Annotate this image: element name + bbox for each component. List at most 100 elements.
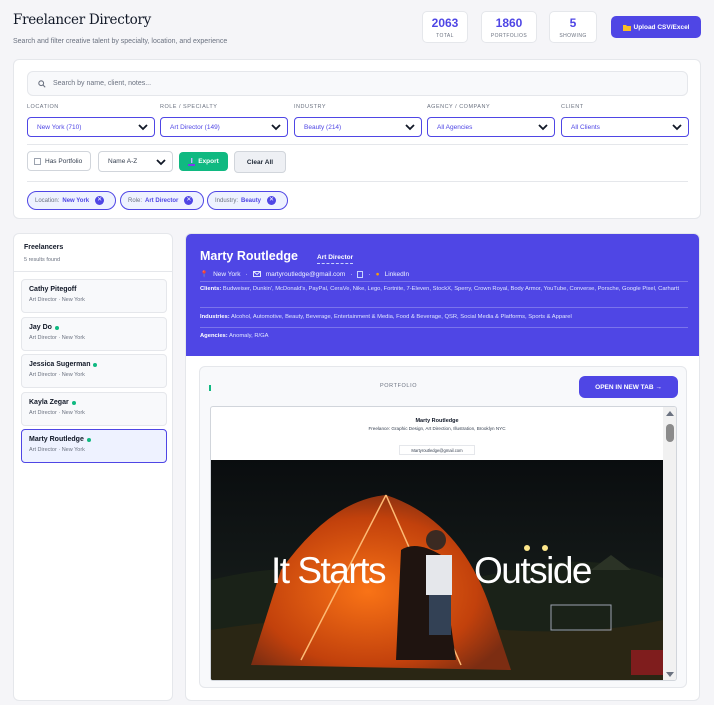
site-desc-text: Freelance: Graphic Design, Art Direction… bbox=[368, 426, 506, 431]
hero-text-right: Outside bbox=[474, 550, 593, 591]
contact-row: 📍 New York · martyroutledge@gmail.com · … bbox=[200, 270, 409, 278]
site-email[interactable]: Martyroutledge@gmail.com bbox=[399, 445, 475, 455]
open-in-new-tab-button[interactable]: OPEN IN NEW TAB → bbox=[579, 376, 678, 398]
upload-button[interactable]: Upload CSV/Excel bbox=[611, 16, 701, 38]
scrollbar[interactable] bbox=[663, 407, 676, 680]
list-item[interactable]: Jay Do Art Director · New York bbox=[21, 317, 167, 351]
industry-select[interactable]: Beauty (214) bbox=[294, 117, 422, 137]
chip-role[interactable]: Role: Art Director ✕ bbox=[120, 191, 204, 210]
divider bbox=[200, 281, 688, 282]
upload-label: Upload CSV/Excel bbox=[633, 23, 690, 31]
copy-icon[interactable] bbox=[357, 270, 364, 278]
divider bbox=[27, 144, 688, 145]
chevron-down-icon bbox=[672, 124, 682, 131]
industries-value: Alcohol, Automotive, Beauty, Beverage, E… bbox=[230, 314, 572, 320]
export-button[interactable]: Export bbox=[179, 152, 228, 171]
freelancer-list-panel: Freelancers 5 results found Cathy Pitego… bbox=[13, 233, 173, 701]
close-icon[interactable]: ✕ bbox=[184, 196, 194, 205]
agencies-label: Agencies: bbox=[200, 333, 228, 339]
portfolio-frame[interactable]: Marty Routledge Freelance: Graphic Desig… bbox=[210, 406, 677, 681]
sort-select[interactable]: Name A-Z bbox=[98, 151, 173, 172]
chip-key: Role: bbox=[128, 197, 143, 204]
list-item[interactable]: Jessica Sugerman Art Director · New York bbox=[21, 354, 167, 388]
detail-header: Marty Routledge Art Director 📍 New York … bbox=[186, 234, 699, 356]
chip-key: Industry: bbox=[215, 197, 239, 204]
chip-location[interactable]: Location: New York ✕ bbox=[27, 191, 116, 210]
industries-label: Industries: bbox=[200, 314, 230, 320]
folder-icon bbox=[622, 24, 631, 31]
stat-label: PORTFOLIOS bbox=[490, 33, 528, 39]
role-select[interactable]: Art Director (149) bbox=[160, 117, 288, 137]
link-icon: ● bbox=[375, 270, 380, 278]
filter-label-location: LOCATION bbox=[27, 104, 59, 110]
location-value: New York (710) bbox=[37, 123, 82, 131]
filter-label-industry: INDUSTRY bbox=[294, 104, 327, 110]
client-value: All Clients bbox=[571, 123, 600, 131]
status-indicator bbox=[209, 385, 211, 391]
has-portfolio-checkbox[interactable]: Has Portfolio bbox=[27, 151, 91, 171]
page-title: Freelancer Directory bbox=[13, 12, 151, 28]
list-item[interactable]: Marty Routledge Art Director · New York bbox=[21, 429, 167, 463]
search-placeholder: Search by name, client, notes... bbox=[53, 80, 152, 87]
filter-label-role: ROLE / SPECIALTY bbox=[160, 104, 218, 110]
clients-value: Budweiser, Dunkin', McDonald's, PayPal, … bbox=[222, 286, 680, 292]
filter-label-client: CLIENT bbox=[561, 104, 584, 110]
list-item[interactable]: Cathy Pitegoff Art Director · New York bbox=[21, 279, 167, 313]
site-description: Freelance: Graphic Design, Art Direction… bbox=[211, 426, 663, 433]
chevron-down-icon bbox=[538, 124, 548, 131]
agencies-value: Anomaly, R/GA bbox=[229, 333, 269, 339]
separator: · bbox=[245, 270, 248, 278]
search-icon bbox=[38, 79, 46, 88]
detail-name: Marty Routledge bbox=[200, 249, 298, 263]
page-subtitle: Search and filter creative talent by spe… bbox=[13, 38, 228, 45]
chip-value: Beauty bbox=[241, 197, 262, 204]
clear-all-button[interactable]: Clear All bbox=[234, 151, 286, 173]
client-select[interactable]: All Clients bbox=[561, 117, 689, 137]
chevron-down-icon bbox=[271, 124, 281, 131]
freelancer-meta: Art Director · New York bbox=[29, 297, 85, 303]
detail-email[interactable]: martyroutledge@gmail.com bbox=[266, 271, 346, 278]
filters-panel: Search by name, client, notes... LOCATIO… bbox=[13, 59, 701, 219]
stat-label: TOTAL bbox=[436, 33, 454, 39]
pin-icon: 📍 bbox=[200, 271, 209, 278]
linkedin-link[interactable]: LinkedIn bbox=[385, 271, 410, 278]
separator: · bbox=[350, 270, 353, 278]
detail-role: Art Director bbox=[317, 254, 354, 264]
role-value: Art Director (149) bbox=[170, 123, 220, 131]
download-icon bbox=[188, 157, 196, 166]
portfolio-hero-image: It Starts Outside bbox=[211, 460, 663, 680]
industries-text: Industries: Alcohol, Automotive, Beauty,… bbox=[200, 313, 688, 323]
freelancer-meta: Art Director · New York bbox=[29, 410, 85, 416]
agency-select[interactable]: All Agencies bbox=[427, 117, 555, 137]
stat-value: 2063 bbox=[431, 16, 459, 30]
chip-industry[interactable]: Industry: Beauty ✕ bbox=[207, 191, 288, 210]
filter-label-agency: AGENCY / COMPANY bbox=[427, 104, 491, 110]
divider bbox=[200, 307, 688, 308]
location-select[interactable]: New York (710) bbox=[27, 117, 155, 137]
site-name: Marty Routledge bbox=[415, 418, 459, 424]
checkbox-box bbox=[34, 157, 41, 165]
freelancer-name: Kayla Zegar bbox=[29, 399, 69, 406]
status-dot bbox=[54, 325, 59, 330]
agencies-text: Agencies: Anomaly, R/GA bbox=[200, 332, 688, 342]
detail-panel: Marty Routledge Art Director 📍 New York … bbox=[185, 233, 700, 701]
stat-label: SHOWING bbox=[559, 33, 587, 39]
clients-label: Clients: bbox=[200, 286, 222, 292]
hero-text-left: It Starts bbox=[271, 550, 386, 591]
freelancer-name: Jessica Sugerman bbox=[29, 361, 91, 368]
status-dot bbox=[93, 362, 98, 367]
close-icon[interactable]: ✕ bbox=[267, 196, 277, 205]
portfolio-panel: PORTFOLIO OPEN IN NEW TAB → Marty Routle… bbox=[199, 366, 687, 688]
close-icon[interactable]: ✕ bbox=[95, 196, 105, 205]
stat-total: 2063 TOTAL bbox=[422, 11, 468, 43]
freelancer-name: Jay Do bbox=[29, 324, 52, 331]
sort-value: Name A-Z bbox=[108, 158, 138, 165]
clients-text: Clients: Budweiser, Dunkin', McDonald's,… bbox=[200, 285, 688, 295]
export-label: Export bbox=[198, 158, 219, 165]
freelancer-name: Marty Routledge bbox=[29, 436, 84, 443]
stat-showing: 5 SHOWING bbox=[549, 11, 597, 43]
search-input[interactable]: Search by name, client, notes... bbox=[27, 71, 688, 96]
chevron-down-icon bbox=[405, 124, 415, 131]
divider bbox=[200, 327, 688, 328]
list-item[interactable]: Kayla Zegar Art Director · New York bbox=[21, 392, 167, 426]
